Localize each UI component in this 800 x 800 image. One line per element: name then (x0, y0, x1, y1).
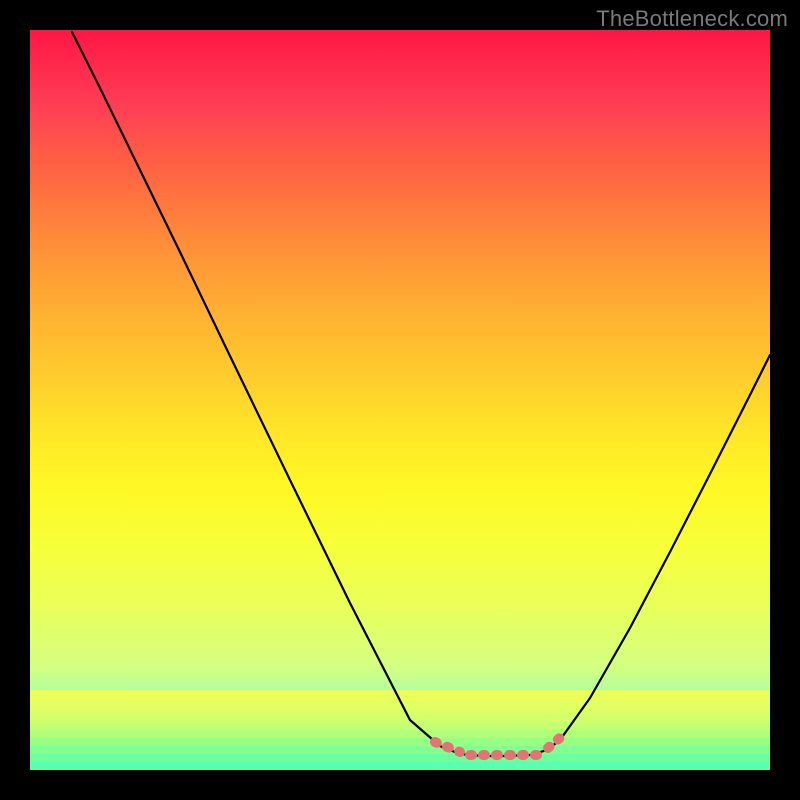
right-tail-marker (548, 736, 562, 748)
left-tail-marker (435, 742, 460, 752)
watermark-text: TheBottleneck.com (596, 6, 788, 32)
chart-frame: TheBottleneck.com (0, 0, 800, 800)
bottleneck-curve (72, 32, 770, 756)
chart-plot-area (30, 30, 770, 770)
chart-curve-layer (30, 30, 770, 770)
